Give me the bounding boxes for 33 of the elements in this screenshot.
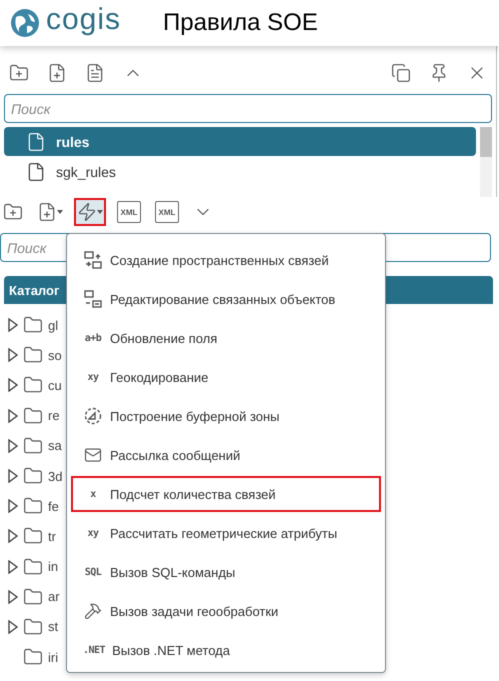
- menu-item-text: Рассчитать геометрические атрибуты: [110, 526, 338, 540]
- tree-item-text: 3d: [48, 468, 62, 484]
- menu-item-text: Обновление поля: [110, 330, 218, 346]
- menu-item-text: Вызов .NET метода: [112, 642, 230, 658]
- menu-item-text: Вызов задачи геообработки: [110, 604, 278, 618]
- icon-label: SQL: [84, 566, 102, 578]
- tree-item-text: re: [48, 408, 60, 424]
- menu-item-text: Построение буферной зоны: [110, 408, 280, 424]
- tree-item-text: sa: [48, 438, 62, 454]
- list-item-text: sgk_rules: [56, 164, 116, 180]
- icon-label: a+b: [84, 332, 102, 344]
- tree-item-text: gl: [48, 318, 58, 333]
- icon-label: xy: [87, 528, 99, 538]
- icon-label: .NET: [83, 644, 106, 656]
- logo-text: cogis: [46, 5, 122, 35]
- menu-item-text: Создание пространственных связей: [110, 252, 329, 268]
- tree-item-text: fe: [48, 498, 59, 514]
- tree-item-text: in: [48, 559, 58, 574]
- icon-label: x: [90, 488, 96, 500]
- menu-item-text: Подсчет количества связей: [110, 486, 276, 502]
- menu-item-text: Редактирование связанных объектов: [110, 292, 336, 306]
- tree-item-text: so: [48, 348, 62, 363]
- tree-item-text: iri: [48, 650, 58, 665]
- tree-item-text: ar: [48, 589, 60, 604]
- list-item-text: rules: [56, 134, 90, 150]
- page-title: Правила SOE: [163, 9, 318, 37]
- menu-item-text: Геокодирование: [110, 370, 208, 384]
- menu-item-text: Вызов SQL-команды: [110, 564, 236, 580]
- tree-item-text: st: [48, 619, 58, 634]
- icon-label: xy: [87, 372, 99, 382]
- tree-item-text: cu: [48, 378, 62, 393]
- menu-item-text: Рассылка сообщений: [110, 448, 240, 462]
- tree-item-text: tr: [48, 528, 56, 544]
